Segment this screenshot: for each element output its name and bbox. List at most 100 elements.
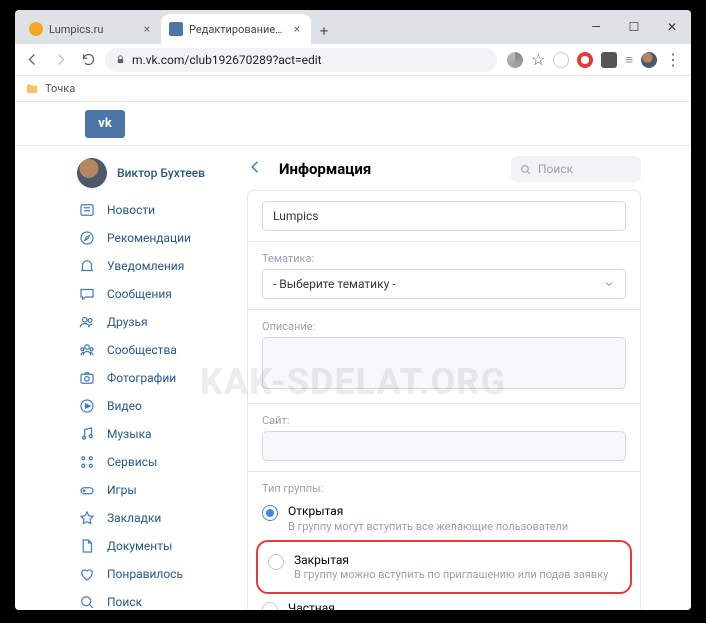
forward-button[interactable] (49, 49, 71, 71)
sidebar-item-games[interactable]: Игры (77, 476, 247, 504)
sidebar-item-label: Понравилось (107, 567, 183, 581)
friends-icon (77, 312, 97, 332)
tab-title: Редактирование сообщества L... (189, 23, 285, 36)
communities-icon (77, 340, 97, 360)
main-content: Информация Поиск Тематика: - Выберите те… (247, 102, 691, 610)
tab-close-icon[interactable]: × (291, 23, 303, 35)
sidebar-item-label: Сообщества (107, 343, 177, 357)
back-arrow-icon[interactable] (247, 158, 265, 180)
sidebar-item-liked[interactable]: Понравилось (77, 560, 247, 588)
bell-icon (77, 256, 97, 276)
radio-icon (262, 602, 278, 610)
news-icon (77, 200, 97, 220)
ext-icon[interactable] (553, 52, 569, 68)
sidebar-item-label: Закладки (107, 511, 161, 525)
bookmark-folder[interactable]: Точка (45, 82, 75, 95)
ext-icon[interactable] (601, 52, 617, 68)
maximize-button[interactable]: ☐ (615, 10, 653, 44)
url-field[interactable]: m.vk.com/club192670289?act=edit (105, 48, 497, 72)
vk-header: vk (15, 102, 691, 146)
folder-icon (25, 82, 39, 96)
lock-icon (115, 54, 126, 65)
site-input[interactable] (262, 431, 626, 461)
browser-tab-active[interactable]: Редактирование сообщества L... × (161, 14, 311, 44)
radio-option-private[interactable]: Частная В группу можно попасть только по… (262, 596, 626, 610)
sidebar-item-label: Новости (107, 203, 155, 217)
radio-desc: В группу можно вступить по приглашению и… (294, 568, 608, 581)
sidebar-item-label: Документы (107, 539, 172, 553)
group-type-section: Тип группы: Открытая В группу могут всту… (248, 472, 640, 610)
back-button[interactable] (21, 49, 43, 71)
sidebar-item-photos[interactable]: Фотографии (77, 364, 247, 392)
group-type-label: Тип группы: (262, 482, 626, 495)
radio-title: Закрытая (294, 553, 608, 569)
new-tab-button[interactable]: + (311, 18, 337, 44)
tab-close-icon[interactable]: × (141, 23, 153, 35)
ext-icon[interactable] (577, 52, 593, 68)
sidebar-item-music[interactable]: Музыка (77, 420, 247, 448)
community-name-input[interactable] (262, 201, 626, 231)
vk-logo[interactable]: vk (85, 110, 125, 138)
sidebar-item-friends[interactable]: Друзья (77, 308, 247, 336)
nav-list: Новости Рекомендации Уведомления Сообщен… (77, 196, 247, 610)
site-section: Сайт: (248, 404, 640, 472)
topic-section: Тематика: - Выберите тематику - (248, 242, 640, 310)
tab-title: Lumpics.ru (49, 23, 135, 36)
menu-icon[interactable]: ⋮ (665, 50, 681, 69)
reload-button[interactable] (77, 49, 99, 71)
profile-avatar-icon[interactable] (641, 52, 657, 68)
search-input[interactable]: Поиск (511, 156, 641, 182)
chat-icon (77, 284, 97, 304)
sidebar-item-notifications[interactable]: Уведомления (77, 252, 247, 280)
sidebar-item-label: Игры (107, 483, 137, 497)
radio-title: Частная (288, 601, 623, 610)
profile-name: Виктор Бухтеев (117, 166, 205, 180)
description-input[interactable] (262, 337, 626, 389)
heart-icon (77, 564, 97, 584)
sidebar-item-video[interactable]: Видео (77, 392, 247, 420)
favicon (169, 22, 183, 36)
sidebar-item-label: Музыка (107, 427, 152, 441)
browser-window: Lumpics.ru × Редактирование сообщества L… (15, 10, 691, 610)
sidebar-item-recommendations[interactable]: Рекомендации (77, 224, 247, 252)
sidebar-item-news[interactable]: Новости (77, 196, 247, 224)
radio-icon (262, 505, 278, 521)
topic-select[interactable]: - Выберите тематику - (262, 269, 626, 299)
search-placeholder: Поиск (538, 162, 573, 176)
radio-desc: В группу могут вступить все желающие пол… (288, 520, 568, 533)
sidebar-item-label: Друзья (107, 315, 148, 329)
profile-row[interactable]: Виктор Бухтеев (77, 154, 247, 196)
sidebar-item-documents[interactable]: Документы (77, 532, 247, 560)
compass-icon (77, 228, 97, 248)
sidebar-item-communities[interactable]: Сообщества (77, 336, 247, 364)
name-section (248, 191, 640, 242)
tab-bar: Lumpics.ru × Редактирование сообщества L… (15, 10, 691, 44)
topic-value: - Выберите тематику - (273, 277, 396, 291)
radio-icon (268, 554, 284, 570)
sidebar-item-messages[interactable]: Сообщения (77, 280, 247, 308)
sidebar-item-label: Уведомления (107, 259, 184, 273)
ext-icon[interactable]: ≡ (625, 52, 633, 68)
radio-option-closed[interactable]: Закрытая В группу можно вступить по приг… (268, 548, 620, 587)
sidebar-item-services[interactable]: Сервисы (77, 448, 247, 476)
sidebar-item-label: Поиск (107, 595, 142, 609)
extension-icons: ☆ ≡ ⋮ (503, 50, 685, 69)
window-controls: ― ☐ ✕ (577, 10, 691, 44)
sidebar-item-search[interactable]: Поиск (77, 588, 247, 610)
star-icon[interactable]: ☆ (531, 50, 545, 69)
ext-icon[interactable] (507, 52, 523, 68)
search-icon (77, 592, 97, 610)
favicon (29, 22, 43, 36)
services-icon (77, 452, 97, 472)
star-icon (77, 508, 97, 528)
minimize-button[interactable]: ― (577, 10, 615, 44)
video-icon (77, 396, 97, 416)
radio-option-open[interactable]: Открытая В группу могут вступить все жел… (262, 499, 626, 538)
avatar (77, 158, 107, 188)
sidebar-item-bookmarks[interactable]: Закладки (77, 504, 247, 532)
browser-tab[interactable]: Lumpics.ru × (21, 14, 161, 44)
close-window-button[interactable]: ✕ (653, 10, 691, 44)
url-text: m.vk.com/club192670289?act=edit (132, 53, 322, 67)
document-icon (77, 536, 97, 556)
camera-icon (77, 368, 97, 388)
